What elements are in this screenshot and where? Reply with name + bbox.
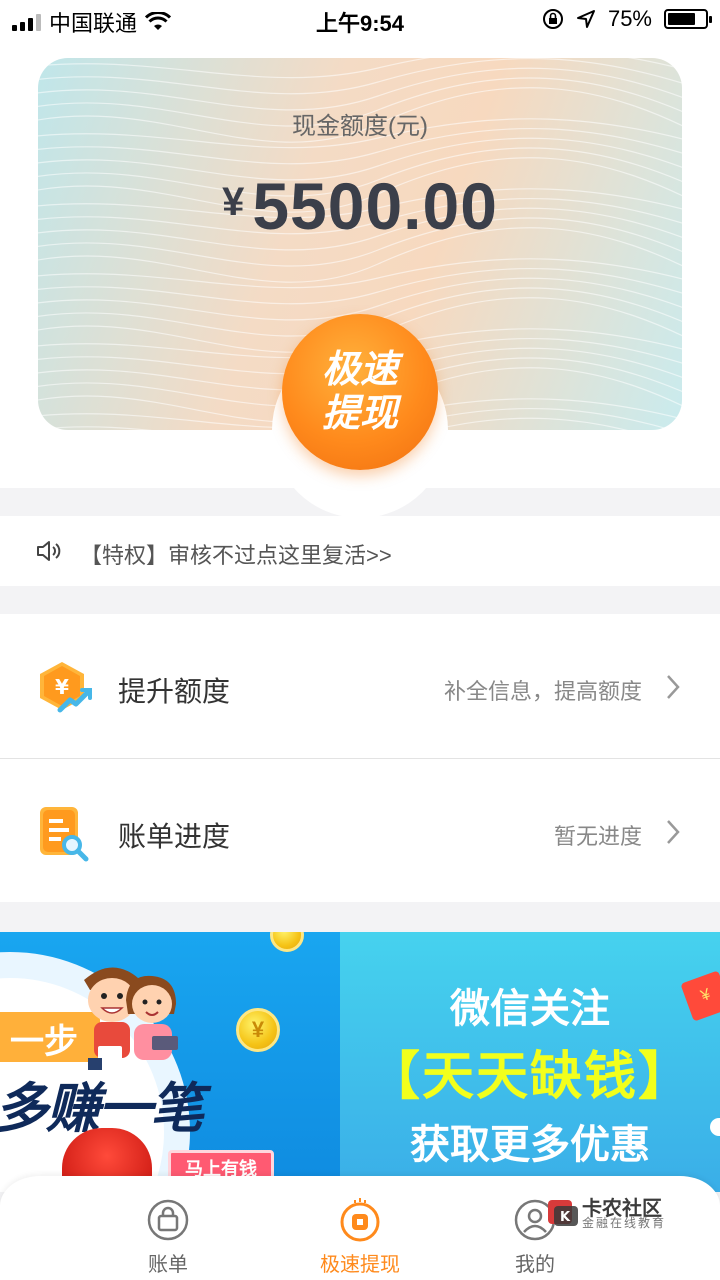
chevron-right-icon <box>667 820 680 844</box>
svg-text:¥: ¥ <box>55 675 69 699</box>
rotation-lock-icon <box>542 9 563 29</box>
menu-item-hint: 暂无进度 <box>553 824 642 849</box>
site-watermark: K 卡农社区 金融在线教育 <box>546 1192 716 1236</box>
fast-cash-button[interactable]: 极速 提现 <box>282 314 438 470</box>
status-right: 75% <box>542 6 712 32</box>
promo-banner[interactable]: 一步 多赚一笔 ¥ 马上有钱 微信关注 【天天缺钱】 获取更多优惠 ¥ <box>0 932 720 1192</box>
menu-item-hint: 补全信息，提高额度 <box>443 679 642 704</box>
battery-icon <box>664 9 712 29</box>
amount-value: 5500.00 <box>252 169 498 243</box>
location-arrow-icon <box>576 10 595 28</box>
fast-cash-label-1: 极速 <box>321 349 398 391</box>
banner-left-panel[interactable]: 一步 多赚一笔 ¥ 马上有钱 <box>0 932 340 1192</box>
bag-icon <box>147 1199 189 1241</box>
currency-symbol: ¥ <box>222 180 245 224</box>
status-bar: 中国联通 上午9:54 75% <box>0 0 720 40</box>
banner-account-name: 【天天缺钱】 <box>367 1048 692 1106</box>
fast-cash-label-2: 提现 <box>321 393 398 435</box>
battery-level <box>668 13 695 25</box>
credit-label: 现金额度(元) <box>292 113 428 140</box>
menu-item-title: 提升额度 <box>118 676 231 707</box>
tab-label: 我的 <box>515 1254 555 1276</box>
menu-item-raise-limit[interactable]: ¥ 提升额度 补全信息，提高额度 <box>0 614 720 758</box>
bill-progress-icon <box>40 807 89 862</box>
credit-card-section: 现金额度(元) ¥5500.00 极速 提现 <box>0 40 720 518</box>
notice-bar[interactable]: 【特权】审核不过点这里复活>> <box>0 516 720 586</box>
cartoon-girl-illustration <box>126 975 178 1060</box>
gold-coin-icon <box>270 932 304 952</box>
battery-percent: 75% <box>607 6 652 31</box>
cash-coin-icon <box>340 1198 380 1242</box>
banner-heading: 微信关注 <box>450 987 610 1031</box>
notice-text: 【特权】审核不过点这里复活>> <box>80 543 392 568</box>
chevron-right-icon <box>667 675 680 699</box>
menu-item-bill-progress[interactable]: 账单进度 暂无进度 <box>0 758 720 902</box>
menu-list: ¥ 提升额度 补全信息，提高额度 账单进度 暂无进度 <box>0 614 720 902</box>
credit-amount: ¥5500.00 <box>0 168 720 244</box>
watermark-subtitle: 金融在线教育 <box>582 1216 667 1230</box>
banner-subheading: 获取更多优惠 <box>410 1123 650 1167</box>
kanong-logo-icon: K <box>548 1200 578 1226</box>
gold-coin-icon: ¥ <box>236 1008 280 1052</box>
speaker-icon <box>37 541 61 561</box>
svg-text:K: K <box>560 1210 571 1225</box>
banner-bubble-text: 一步 <box>10 1023 78 1061</box>
menu-item-title: 账单进度 <box>118 821 231 852</box>
raise-limit-icon: ¥ <box>40 662 92 713</box>
banner-right-panel[interactable]: 微信关注 【天天缺钱】 获取更多优惠 ¥ <box>340 932 720 1192</box>
